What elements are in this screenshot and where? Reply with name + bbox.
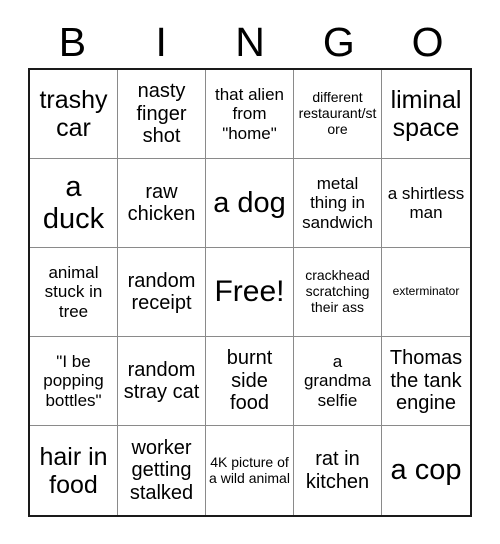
- bingo-cell-label: liminal space: [390, 86, 462, 142]
- bingo-cell-label: that alien from "home": [215, 85, 284, 143]
- bingo-grid: trashy car nasty finger shot that alien fr…: [28, 68, 472, 517]
- bingo-cell[interactable]: a cop: [382, 426, 470, 515]
- bingo-cell[interactable]: different restaurant/store: [294, 70, 382, 159]
- bingo-header-letter-o: O: [411, 18, 444, 65]
- bingo-cell-label: different restaurant/store: [298, 89, 377, 137]
- bingo-cell-label: a duck: [42, 170, 105, 235]
- bingo-cell[interactable]: 4K picture of a wild animal: [206, 426, 294, 515]
- bingo-cell-label: "I be popping bottles": [43, 352, 104, 410]
- bingo-cell[interactable]: metal thing in sandwich: [294, 159, 382, 248]
- bingo-cell-label: nasty finger shot: [136, 80, 187, 148]
- bingo-cell-label: worker getting stalked: [129, 436, 194, 504]
- bingo-cell-label: trashy car: [39, 86, 108, 142]
- bingo-header-letter-g: G: [322, 18, 355, 65]
- bingo-cell-label: Free!: [214, 275, 285, 309]
- bingo-cell[interactable]: a shirtless man: [382, 159, 470, 248]
- bingo-header-letter-i: I: [155, 18, 167, 65]
- bingo-cell-label: a cop: [390, 454, 462, 487]
- bingo-cell[interactable]: rat in kitchen: [294, 426, 382, 515]
- bingo-cell[interactable]: random stray cat: [118, 337, 206, 426]
- bingo-cell[interactable]: hair in food: [30, 426, 118, 515]
- bingo-header-row: B I N G O: [28, 16, 472, 68]
- bingo-cell[interactable]: animal stuck in tree: [30, 248, 118, 337]
- bingo-cell[interactable]: nasty finger shot: [118, 70, 206, 159]
- bingo-card: B I N G O trashy car nasty finger shot tha…: [0, 0, 500, 544]
- bingo-cell-label: raw chicken: [127, 180, 196, 225]
- bingo-cell-label: metal thing in sandwich: [302, 174, 373, 232]
- bingo-cell[interactable]: a duck: [30, 159, 118, 248]
- bingo-cell[interactable]: "I be popping bottles": [30, 337, 118, 426]
- bingo-cell[interactable]: random receipt: [118, 248, 206, 337]
- bingo-cell[interactable]: worker getting stalked: [118, 426, 206, 515]
- bingo-cell-label: hair in food: [39, 442, 108, 499]
- bingo-free-space[interactable]: Free!: [206, 248, 294, 337]
- bingo-header-letter-b: B: [58, 18, 87, 65]
- bingo-header-letter-n: N: [235, 18, 265, 65]
- bingo-cell[interactable]: liminal space: [382, 70, 470, 159]
- bingo-cell-label: 4K picture of a wild animal: [209, 453, 290, 486]
- bingo-cell-label: random receipt: [127, 269, 196, 314]
- bingo-cell[interactable]: a dog: [206, 159, 294, 248]
- bingo-cell[interactable]: burnt side food: [206, 337, 294, 426]
- bingo-cell-label: a dog: [213, 186, 286, 219]
- bingo-cell[interactable]: that alien from "home": [206, 70, 294, 159]
- bingo-cell[interactable]: raw chicken: [118, 159, 206, 248]
- bingo-cell-label: rat in kitchen: [305, 448, 370, 493]
- bingo-cell-label: Thomas the tank engine: [389, 347, 463, 415]
- bingo-cell-label: burnt side food: [226, 347, 273, 415]
- bingo-cell[interactable]: a grandma selfie: [294, 337, 382, 426]
- bingo-cell-label: crackhead scratching their ass: [305, 267, 370, 315]
- bingo-cell-label: random stray cat: [123, 358, 200, 403]
- bingo-cell[interactable]: Thomas the tank engine: [382, 337, 470, 426]
- bingo-cell-label: a shirtless man: [387, 183, 465, 222]
- bingo-cell-label: animal stuck in tree: [44, 263, 103, 321]
- bingo-cell-label: exterminator: [392, 284, 460, 299]
- bingo-cell[interactable]: trashy car: [30, 70, 118, 159]
- bingo-cell[interactable]: exterminator: [382, 248, 470, 337]
- bingo-cell[interactable]: crackhead scratching their ass: [294, 248, 382, 337]
- bingo-cell-label: a grandma selfie: [303, 352, 372, 410]
